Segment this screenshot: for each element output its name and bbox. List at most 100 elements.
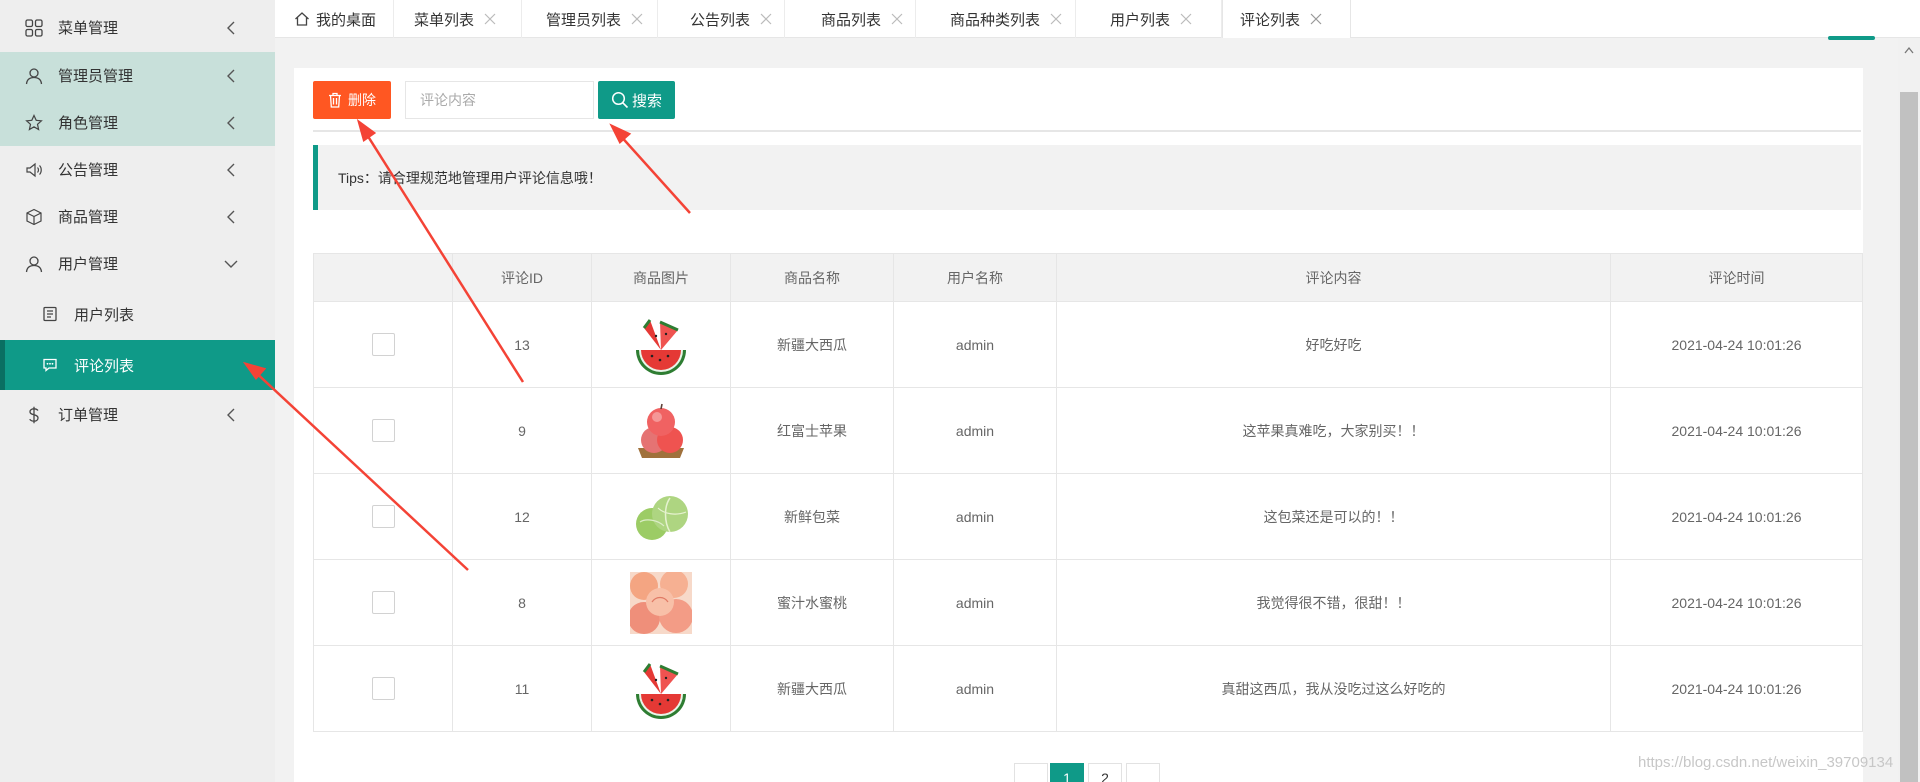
close-icon[interactable]: [1050, 13, 1062, 25]
comment-time: 2021-04-24 10:01:26: [1610, 559, 1863, 646]
chevron-left-icon: [223, 407, 239, 423]
sidebar-item-product-management[interactable]: 商品管理: [0, 193, 275, 240]
column-header: 评论时间: [1610, 253, 1863, 302]
delete-button[interactable]: 删除: [313, 81, 391, 119]
chevron-left-icon: [223, 20, 239, 36]
comment-content: 真甜这西瓜，我从没吃过这么好吃的: [1056, 645, 1611, 732]
table-row: 13 新疆大西瓜 admin 好吃好吃 2021-04-24 10:01:26: [313, 301, 1863, 388]
sidebar-item-menu-management[interactable]: 菜单管理: [0, 4, 275, 51]
tab-notice-list[interactable]: 公告列表: [658, 0, 785, 38]
chevron-left-icon: [223, 68, 239, 84]
peach-image: [630, 571, 692, 634]
column-header: 商品名称: [730, 253, 894, 302]
chevron-left-icon: [223, 115, 239, 131]
search-button[interactable]: 搜索: [598, 81, 675, 119]
sidebar-item-order-management[interactable]: 订单管理: [0, 391, 275, 438]
table-row: 11 新疆大西瓜 admin 真甜这西瓜，我从没吃过这么好吃的 2021-04-…: [313, 645, 1863, 732]
column-header: 商品图片: [591, 253, 731, 302]
scroll-up-icon[interactable]: [1901, 42, 1917, 58]
close-icon[interactable]: [760, 13, 772, 25]
chevron-left-icon: [223, 162, 239, 178]
close-icon[interactable]: [484, 13, 496, 25]
product-name: 红富士苹果: [730, 387, 894, 474]
pagination-page-next[interactable]: 2: [1088, 763, 1122, 782]
dollar-icon: [22, 403, 46, 427]
user-icon: [22, 252, 46, 276]
user-name: admin: [893, 645, 1057, 732]
tab-admin-list[interactable]: 管理员列表: [522, 0, 658, 38]
tab-label: 公告列表: [690, 11, 751, 29]
pagination-prev[interactable]: [1014, 763, 1048, 782]
tab-label: 管理员列表: [546, 11, 622, 29]
row-checkbox[interactable]: [371, 591, 395, 614]
row-checkbox[interactable]: [371, 677, 395, 700]
comment-icon: [40, 355, 60, 375]
row-checkbox[interactable]: [371, 505, 395, 528]
tab-desktop[interactable]: 我的桌面: [294, 0, 394, 38]
sidebar-item-label: 用户管理: [58, 256, 119, 273]
product-name: 蜜汁水蜜桃: [730, 559, 894, 646]
sidebar-item-label: 评论列表: [74, 357, 135, 375]
tab-label: 我的桌面: [316, 11, 377, 29]
column-header: 评论内容: [1056, 253, 1611, 302]
cabbage-image: [636, 495, 688, 540]
table-row: 12 新鲜包菜 admin 这包菜还是可以的！！ 2021-04-24 10:0…: [313, 473, 1863, 560]
column-header: 用户名称: [893, 253, 1057, 302]
close-icon[interactable]: [1180, 13, 1192, 25]
tab-menu-list[interactable]: 菜单列表: [394, 0, 522, 38]
sidebar-item-user-management[interactable]: 用户管理: [0, 240, 275, 287]
sidebar-item-label: 订单管理: [58, 407, 119, 424]
user-name: admin: [893, 473, 1057, 560]
delete-button-label: 删除: [348, 92, 376, 108]
trash-icon: [328, 92, 344, 108]
close-icon[interactable]: [891, 13, 903, 25]
column-header: 评论ID: [452, 253, 592, 302]
tab-product-list[interactable]: 商品列表: [785, 0, 916, 38]
comment-id: 12: [452, 473, 592, 560]
search-input[interactable]: [405, 81, 594, 119]
watermelon-image: [636, 662, 686, 719]
tab-category-list[interactable]: 商品种类列表: [916, 0, 1076, 38]
table-header-row: 评论ID 商品图片 商品名称 用户名称 评论内容 评论时间: [313, 253, 1863, 302]
row-checkbox[interactable]: [371, 333, 395, 356]
home-icon: [294, 11, 310, 27]
comment-id: 8: [452, 559, 592, 646]
sidebar-item-label: 商品管理: [58, 209, 119, 226]
sidebar-item-notice-management[interactable]: 公告管理: [0, 146, 275, 193]
comment-id: 11: [452, 645, 592, 732]
sidebar-item-label: 用户列表: [74, 306, 135, 324]
speaker-icon: [22, 158, 46, 182]
product-name: 新疆大西瓜: [730, 645, 894, 732]
pagination-page-current[interactable]: 1: [1050, 763, 1084, 782]
table-row: 8 蜜汁水蜜桃 admin 我觉得很不错，很甜！！ 2021-04-24 10:…: [313, 559, 1863, 646]
comment-content: 这包菜还是可以的！！: [1056, 473, 1611, 560]
comment-time: 2021-04-24 10:01:26: [1610, 473, 1863, 560]
watermark: https://blog.csdn.net/weixin_39709134: [1638, 754, 1894, 771]
comment-id: 9: [452, 387, 592, 474]
product-name: 新鲜包菜: [730, 473, 894, 560]
sidebar-item-label: 角色管理: [58, 115, 119, 132]
pagination-next[interactable]: [1126, 763, 1160, 782]
sidebar-item-admin-management[interactable]: 管理员管理: [0, 52, 275, 99]
tips-banner: Tips：请合理规范地管理用户评论信息哦！: [313, 145, 1861, 210]
search-button-label: 搜索: [631, 92, 662, 110]
comment-time: 2021-04-24 10:01:26: [1610, 387, 1863, 474]
row-checkbox[interactable]: [371, 419, 395, 442]
sidebar-item-role-management[interactable]: 角色管理: [0, 99, 275, 146]
divider: [313, 130, 1861, 132]
apple-image: [638, 403, 684, 458]
sidebar-item-user-list[interactable]: 用户列表: [0, 289, 275, 339]
tab-label: 商品列表: [821, 11, 882, 29]
sidebar-item-comment-list[interactable]: 评论列表: [0, 340, 275, 390]
scroll-thumb[interactable]: [1900, 92, 1918, 782]
comment-time: 2021-04-24 10:01:26: [1610, 301, 1863, 388]
grid-icon: [22, 16, 46, 40]
close-icon[interactable]: [1310, 13, 1322, 25]
close-icon[interactable]: [631, 13, 643, 25]
table-row: 9 红富士苹果 admin 这苹果真难吃，大家别买！！ 2021-04-24 1…: [313, 387, 1863, 474]
tab-user-list[interactable]: 用户列表: [1076, 0, 1222, 38]
sidebar-item-label: 管理员管理: [58, 68, 134, 85]
tab-comment-list[interactable]: 评论列表: [1222, 0, 1351, 38]
tab-label: 菜单列表: [414, 11, 475, 29]
tab-label: 商品种类列表: [950, 11, 1041, 29]
